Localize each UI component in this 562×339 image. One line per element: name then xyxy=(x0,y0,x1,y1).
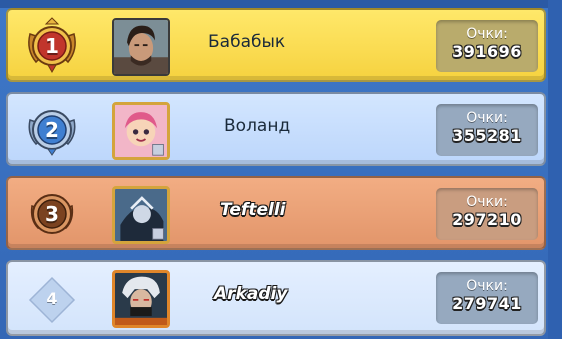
score-label: Очки: xyxy=(466,278,508,294)
leaderboard-row-4[interactable]: 4 Arkadiy Очки: 279741 xyxy=(6,260,546,336)
score-label: Очки: xyxy=(466,26,508,42)
score-label: Очки: xyxy=(466,110,508,126)
score-label: Очки: xyxy=(466,194,508,210)
score-box: Очки: 297210 xyxy=(436,188,538,240)
leaderboard-row-2[interactable]: 2 Воланд Очки: 355281 xyxy=(6,92,546,166)
rank-number: 1 xyxy=(45,34,59,58)
player-avatar[interactable] xyxy=(112,102,170,160)
score-value: 297210 xyxy=(452,210,522,229)
leaderboard-panel: 1 Бабабык Очки: 391696 2 Воланд Очки: 35… xyxy=(0,0,562,339)
rank-number: 4 xyxy=(46,288,58,308)
leaderboard-row-3[interactable]: 3 Teftelli Очки: 297210 xyxy=(6,176,546,250)
player-name: Бабабык xyxy=(208,32,286,52)
player-name: Воланд xyxy=(224,116,291,136)
player-name: Teftelli xyxy=(220,200,286,220)
score-value: 355281 xyxy=(452,126,522,145)
player-name: Arkadiy xyxy=(214,284,288,304)
score-box: Очки: 391696 xyxy=(436,20,538,72)
score-value: 391696 xyxy=(452,42,522,61)
top-edge xyxy=(0,0,562,8)
leaderboard-row-1[interactable]: 1 Бабабык Очки: 391696 xyxy=(6,8,546,82)
gold-rank-badge-icon: 1 xyxy=(22,16,82,76)
bronze-rank-badge-icon: 3 xyxy=(22,184,82,244)
player-avatar[interactable] xyxy=(112,270,170,328)
rank-number: 2 xyxy=(45,118,59,142)
player-avatar[interactable] xyxy=(112,18,170,76)
score-box: Очки: 279741 xyxy=(436,272,538,324)
diamond-rank-badge-icon: 4 xyxy=(22,268,82,328)
player-avatar[interactable] xyxy=(112,186,170,244)
silver-rank-badge-icon: 2 xyxy=(22,100,82,160)
score-value: 279741 xyxy=(452,294,522,313)
scrollbar-track[interactable] xyxy=(548,0,562,339)
score-box: Очки: 355281 xyxy=(436,104,538,156)
rank-number: 3 xyxy=(45,202,59,226)
